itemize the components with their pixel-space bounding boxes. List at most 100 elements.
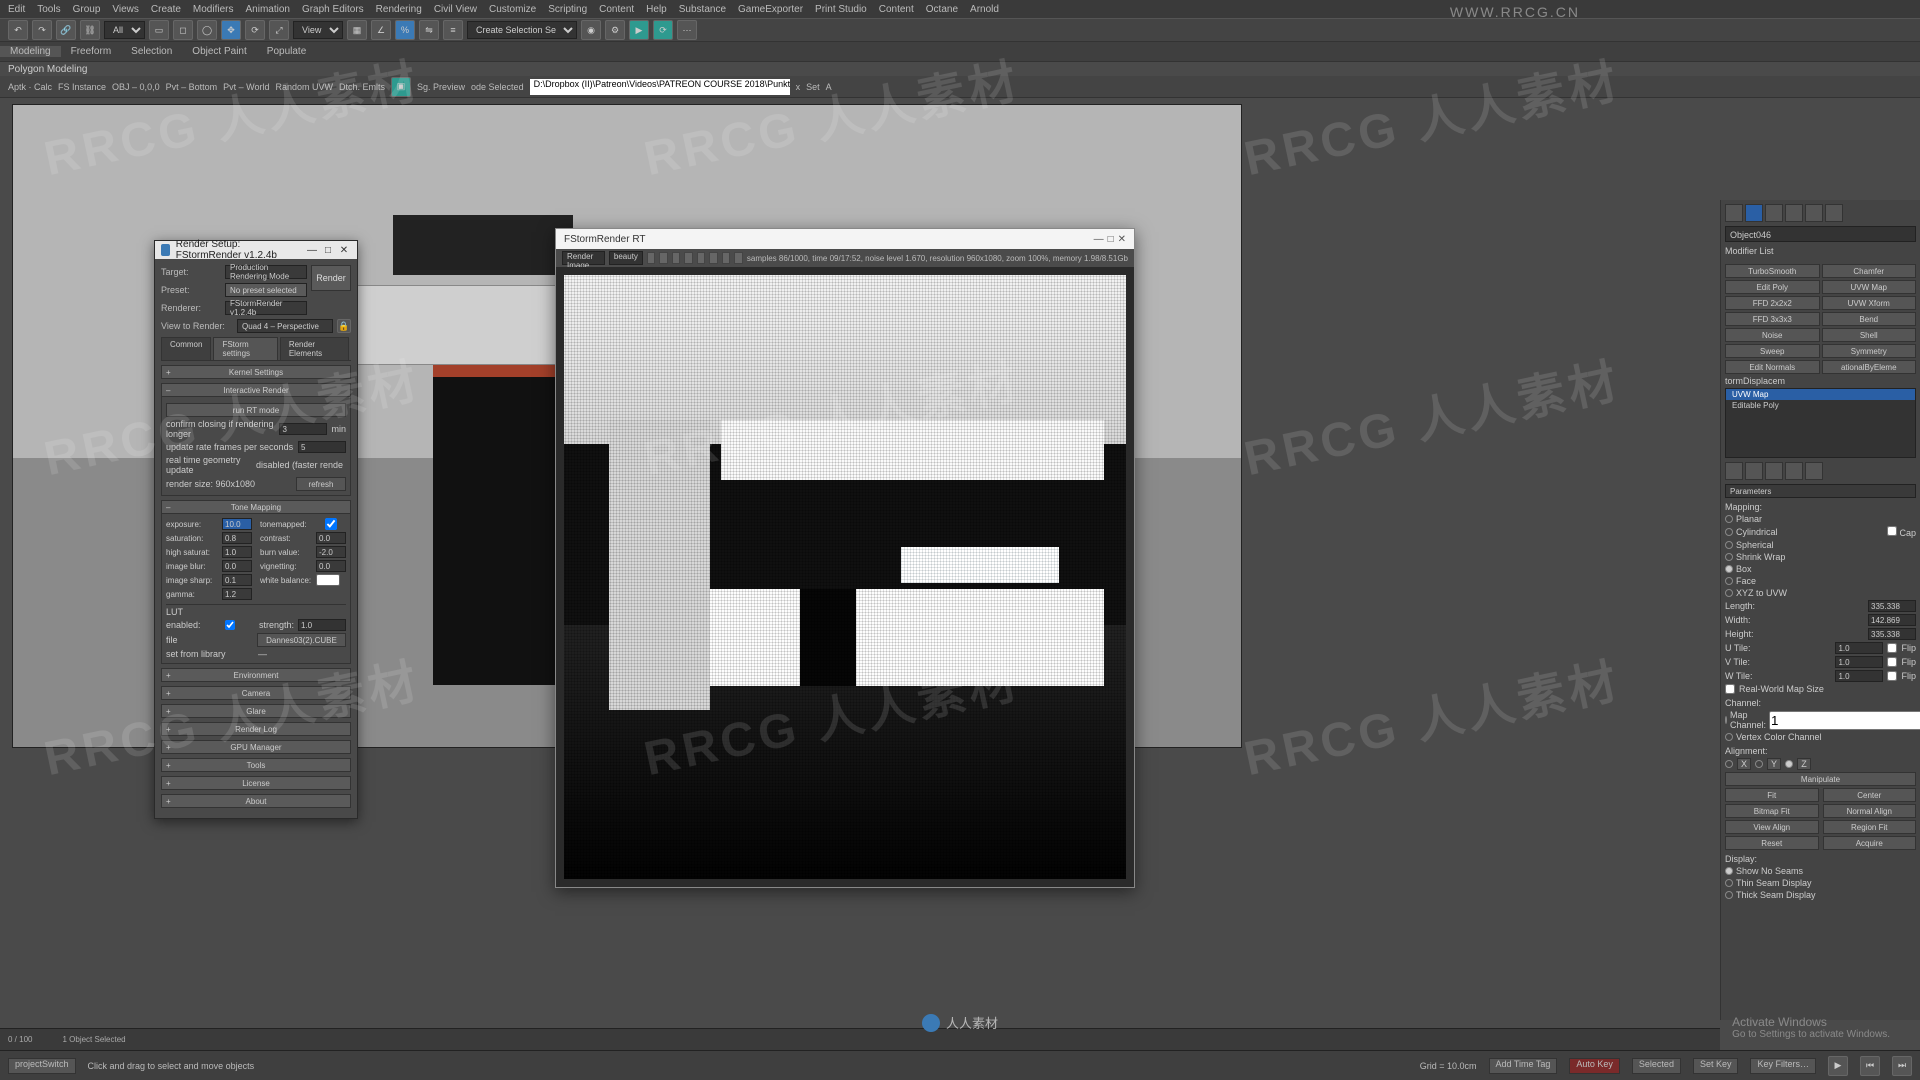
stack-uvwmap[interactable]: UVW Map — [1726, 389, 1915, 400]
goto-end-icon[interactable]: ⏭ — [1892, 1056, 1912, 1076]
close-icon[interactable]: ✕ — [337, 245, 351, 256]
align-icon[interactable]: ≡ — [443, 20, 463, 40]
setkey-button[interactable]: Set Key — [1693, 1058, 1739, 1074]
confirm-value[interactable] — [279, 423, 327, 435]
rt-image-area[interactable] — [556, 267, 1134, 887]
render-setup-dialog[interactable]: Render Setup: FStormRender v1.2.4b —□✕ T… — [154, 240, 358, 819]
play-icon[interactable]: ▶ — [1828, 1056, 1848, 1076]
map-cylindrical[interactable]: Cylindrical Cap — [1725, 526, 1916, 538]
aux-odeselected[interactable]: ode Selected — [471, 82, 524, 92]
render-setup-icon[interactable]: ⚙ — [605, 20, 625, 40]
menu-arnold[interactable]: Arnold — [970, 4, 999, 15]
mod-uvwmap[interactable]: UVW Map — [1822, 280, 1917, 294]
ribbon-populate[interactable]: Populate — [257, 46, 316, 57]
rt-pause-icon[interactable] — [684, 252, 692, 264]
rt-pass-dropdown[interactable]: beauty — [609, 251, 643, 265]
vtile[interactable] — [1835, 656, 1883, 668]
select-lasso-icon[interactable]: ◯ — [197, 20, 217, 40]
rollout-kernel[interactable]: Kernel Settings — [161, 365, 351, 379]
hierarchy-tab-icon[interactable] — [1765, 204, 1783, 222]
mod-uvwxform[interactable]: UVW Xform — [1822, 296, 1917, 310]
rollout-license[interactable]: License — [161, 776, 351, 790]
configure-icon[interactable] — [1805, 462, 1823, 480]
rollout-renderlog[interactable]: Render Log — [161, 722, 351, 736]
rollout-interactive[interactable]: Interactive Render — [161, 383, 351, 397]
rt-play-icon[interactable] — [672, 252, 680, 264]
mod-bend[interactable]: Bend — [1822, 312, 1917, 326]
disp-thick[interactable]: Thick Seam Display — [1725, 890, 1916, 900]
pin-stack-icon[interactable] — [1725, 462, 1743, 480]
rollout-glare[interactable]: Glare — [161, 704, 351, 718]
rt-titlebar[interactable]: FStormRender RT —□✕ — [556, 229, 1134, 249]
ribbon-freeform[interactable]: Freeform — [61, 46, 122, 57]
remove-mod-icon[interactable] — [1785, 462, 1803, 480]
object-name-field[interactable]: Object046 — [1725, 226, 1916, 242]
mod-ationalbyel[interactable]: ationalByEleme — [1822, 360, 1917, 374]
create-selection-set[interactable]: Create Selection Se — [467, 21, 577, 39]
wflip[interactable] — [1887, 671, 1897, 681]
aux-thumb-icon[interactable]: ▣ — [391, 77, 411, 97]
menu-views[interactable]: Views — [112, 4, 139, 15]
lut-file-button[interactable]: Dannes03(2).CUBE — [257, 633, 346, 647]
menu-content[interactable]: Content — [599, 4, 634, 15]
rollout-tools[interactable]: Tools — [161, 758, 351, 772]
height-field[interactable] — [1868, 628, 1916, 640]
fps-value[interactable] — [298, 441, 346, 453]
acquire-button[interactable]: Acquire — [1823, 836, 1917, 850]
stack-editablepoly[interactable]: Editable Poly — [1726, 400, 1915, 411]
viewalign-button[interactable]: View Align — [1725, 820, 1819, 834]
tm-sharp[interactable] — [222, 574, 252, 586]
cap-check[interactable] — [1887, 526, 1897, 536]
menu-animation[interactable]: Animation — [245, 4, 289, 15]
mapchannel[interactable]: Map Channel: — [1725, 710, 1916, 730]
aux-randomuvw[interactable]: Random UVW — [275, 82, 333, 92]
render-setup-titlebar[interactable]: Render Setup: FStormRender v1.2.4b —□✕ — [155, 241, 357, 259]
rt-close-icon[interactable]: ✕ — [1118, 234, 1126, 245]
run-rt-button[interactable]: run RT mode — [166, 403, 346, 417]
refresh-button[interactable]: refresh — [296, 477, 346, 491]
tab-common[interactable]: Common — [161, 337, 211, 360]
vertexcolor[interactable]: Vertex Color Channel — [1725, 732, 1916, 742]
ribbon-modeling[interactable]: Modeling — [0, 46, 61, 57]
percent-snap-icon[interactable]: % — [395, 20, 415, 40]
selected-button[interactable]: Selected — [1632, 1058, 1681, 1074]
move-icon[interactable]: ✥ — [221, 20, 241, 40]
renderer-dropdown[interactable]: FStormRender v1.2.4b — [225, 301, 307, 315]
mapchannel-value[interactable] — [1769, 711, 1920, 730]
tm-gamma[interactable] — [222, 588, 252, 600]
aux-a[interactable]: A — [826, 82, 832, 92]
menu-content2[interactable]: Content — [879, 4, 914, 15]
maximize-icon[interactable]: □ — [321, 245, 335, 256]
menu-octane[interactable]: Octane — [926, 4, 958, 15]
axis-y[interactable]: Y — [1767, 758, 1781, 770]
create-tab-icon[interactable] — [1725, 204, 1743, 222]
rt-copy-icon[interactable] — [659, 252, 667, 264]
lut-enabled[interactable] — [225, 620, 235, 630]
map-face[interactable]: Face — [1725, 576, 1916, 586]
tm-exposure[interactable] — [222, 518, 252, 530]
rollout-tonemapping[interactable]: Tone Mapping — [161, 500, 351, 514]
params-header[interactable]: Parameters — [1725, 484, 1916, 498]
modify-tab-icon[interactable] — [1745, 204, 1763, 222]
tm-burn[interactable] — [316, 546, 346, 558]
normalalign-button[interactable]: Normal Align — [1823, 804, 1917, 818]
render-icon[interactable]: ▶ — [629, 20, 649, 40]
select-icon[interactable]: ▭ — [149, 20, 169, 40]
keyfilters-button[interactable]: Key Filters… — [1750, 1058, 1816, 1074]
vflip[interactable] — [1887, 657, 1897, 667]
rt-max-icon[interactable]: □ — [1108, 234, 1114, 245]
lut-lib-dropdown[interactable]: — — [258, 649, 346, 659]
map-box[interactable]: Box — [1725, 564, 1916, 574]
center-button[interactable]: Center — [1823, 788, 1917, 802]
menu-civilview[interactable]: Civil View — [434, 4, 477, 15]
timeline[interactable]: 0 / 100 1 Object Selected — [0, 1028, 1720, 1050]
axis-x[interactable]: X — [1737, 758, 1751, 770]
aux-dtchelmts[interactable]: Dtch. Emlts — [339, 82, 385, 92]
menu-modifiers[interactable]: Modifiers — [193, 4, 234, 15]
aux-fsinstance[interactable]: FS Instance — [58, 82, 106, 92]
modifier-list-dropdown[interactable]: Modifier List — [1725, 246, 1916, 262]
mod-noise[interactable]: Noise — [1725, 328, 1820, 342]
more-icon[interactable]: ⋯ — [677, 20, 697, 40]
scale-icon[interactable]: ⤢ — [269, 20, 289, 40]
tm-contrast[interactable] — [316, 532, 346, 544]
